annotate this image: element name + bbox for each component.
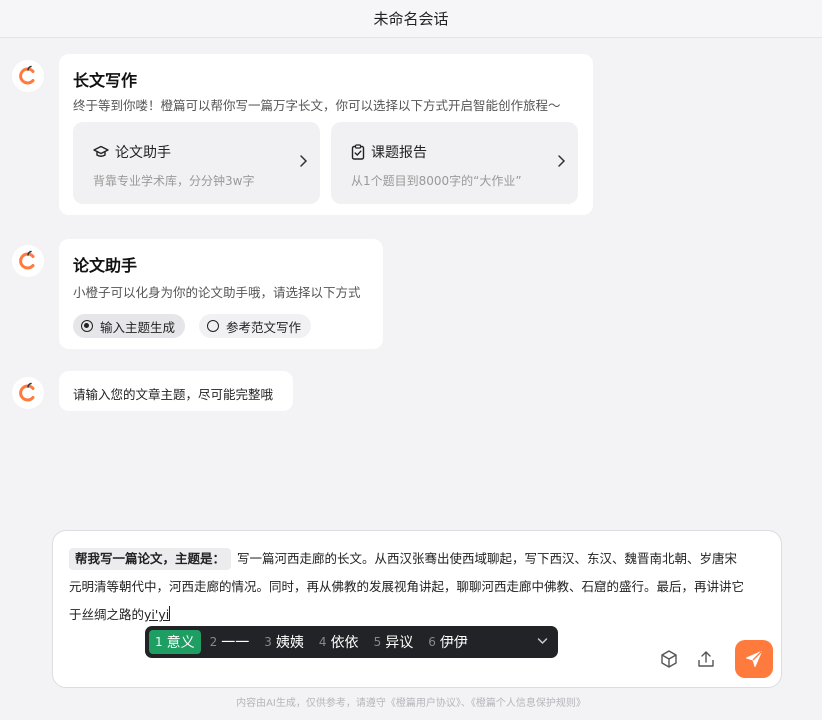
send-button[interactable] bbox=[735, 640, 773, 678]
option-card-project-report[interactable]: 课题报告 从1个题目到8000字的“大作业” bbox=[331, 122, 578, 204]
cube-icon[interactable] bbox=[659, 649, 679, 669]
assistant-message-thesis-assistant: 论文助手 小橙子可以化身为你的论文助手哦，请选择以下方式 输入主题生成 参考范文… bbox=[59, 239, 383, 349]
ime-candidate[interactable]: 1 意义 bbox=[149, 630, 201, 654]
option-label: 输入主题生成 bbox=[100, 319, 176, 335]
assistant-message-prompt: 请输入您的文章主题，尽可能完整哦 bbox=[59, 371, 293, 411]
send-icon bbox=[746, 651, 762, 667]
option-card-thesis-assistant[interactable]: 论文助手 背靠专业学术库，分分钟3w字 bbox=[73, 122, 320, 204]
orange-logo-icon bbox=[19, 65, 35, 85]
ime-candidate-bar: 1 意义 2 一一 3 姨姨 4 依依 5 异议 6 伊伊 bbox=[145, 626, 558, 658]
message-text: 请输入您的文章主题，尽可能完整哦 bbox=[73, 387, 274, 402]
ime-composing-text: yi'yi bbox=[144, 607, 170, 622]
option-label: 参考范文写作 bbox=[226, 319, 302, 335]
assistant-avatar bbox=[12, 377, 44, 409]
assistant-avatar bbox=[12, 60, 44, 92]
composer-line: 写一篇河西走廊的长文。从西汉张骞出使西域聊起，写下西汉、东汉、魏晋南北朝、岁唐宋 bbox=[237, 551, 738, 566]
card-title: 课题报告 bbox=[371, 145, 427, 161]
composer-line: 于丝绸之路的 bbox=[69, 607, 145, 622]
ime-candidate[interactable]: 4 依依 bbox=[313, 630, 365, 654]
card-title: 论文助手 bbox=[115, 145, 171, 161]
orange-logo-icon bbox=[19, 382, 35, 402]
assistant-message-long-writing: 长文写作 终于等到你喽！橙篇可以帮你写一篇万字长文，你可以选择以下方式开启智能创… bbox=[59, 54, 593, 215]
upload-icon[interactable] bbox=[696, 649, 716, 669]
window-title: 未命名会话 bbox=[373, 10, 449, 28]
message-title: 论文助手 bbox=[73, 256, 138, 275]
message-title: 长文写作 bbox=[73, 71, 138, 90]
clipboard-check-icon bbox=[351, 144, 365, 160]
composer-line: 元明清等朝代中，河西走廊的情况。同时，再从佛教的发展视角讲起，聊聊河西走廊中佛教… bbox=[69, 579, 745, 594]
chevron-right-icon bbox=[300, 155, 308, 167]
chevron-down-icon[interactable] bbox=[537, 637, 548, 645]
radio-selected-icon bbox=[81, 320, 93, 332]
window-titlebar: 未命名会话 bbox=[0, 0, 822, 38]
message-subtitle: 终于等到你喽！橙篇可以帮你写一篇万字长文，你可以选择以下方式开启智能创作旅程～ bbox=[73, 98, 561, 113]
radio-unselected-icon bbox=[207, 320, 219, 332]
ime-candidate[interactable]: 2 一一 bbox=[204, 630, 256, 654]
prompt-prefix-tag[interactable]: 帮我写一篇论文，主题是： bbox=[69, 548, 232, 570]
footer-disclaimer: 内容由AI生成，仅供参考，请遵守《橙篇用户协议》、《橙篇个人信息保护规则》 bbox=[236, 698, 586, 709]
text-caret bbox=[169, 606, 171, 621]
assistant-avatar bbox=[12, 245, 44, 277]
ime-candidate[interactable]: 3 姨姨 bbox=[258, 630, 310, 654]
graduation-cap-icon bbox=[93, 145, 109, 157]
message-subtitle: 小橙子可以化身为你的论文助手哦，请选择以下方式 bbox=[73, 285, 361, 300]
orange-logo-icon bbox=[19, 250, 35, 270]
composer-input[interactable]: 帮我写一篇论文，主题是： 写一篇河西走廊的长文。从西汉张骞出使西域聊起，写下西汉、… bbox=[69, 545, 771, 629]
option-reference-sample[interactable]: 参考范文写作 bbox=[199, 314, 312, 338]
ime-candidate[interactable]: 6 伊伊 bbox=[422, 630, 474, 654]
ime-candidate[interactable]: 5 异议 bbox=[368, 630, 420, 654]
card-description: 背靠专业学术库，分分钟3w字 bbox=[93, 174, 255, 188]
option-input-topic[interactable]: 输入主题生成 bbox=[73, 314, 186, 338]
chevron-right-icon bbox=[558, 155, 566, 167]
card-description: 从1个题目到8000字的“大作业” bbox=[351, 174, 522, 188]
